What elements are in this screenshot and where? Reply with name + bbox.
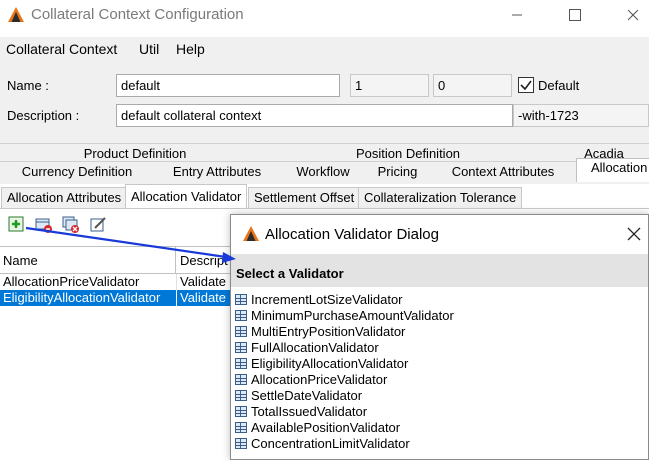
dialog-header: Select a Validator (231, 254, 648, 287)
tab-divider (0, 143, 649, 144)
column-name-header[interactable]: Name (0, 247, 176, 274)
subtab-settlement-offset[interactable]: Settlement Offset (248, 187, 361, 208)
allocation-validator-dialog: Allocation Validator Dialog Select a Val… (230, 214, 649, 460)
maximize-icon (569, 9, 581, 21)
description-label: Description : (7, 108, 80, 123)
list-item[interactable]: AvailablePositionValidator (235, 419, 400, 435)
list-item[interactable]: FullAllocationValidator (235, 339, 379, 355)
table-icon (235, 389, 247, 401)
row-name-cell: EligibilityAllocationValidator (3, 290, 161, 305)
table-row-selected[interactable]: EligibilityAllocationValidator Validate (0, 290, 240, 306)
remove-validator-button[interactable] (35, 216, 53, 234)
list-item[interactable]: MultiEntryPositionValidator (235, 323, 405, 339)
subtab-allocation-validator[interactable]: Allocation Validator (125, 184, 248, 208)
list-item-label: MinimumPurchaseAmountValidator (251, 307, 454, 323)
table-icon (235, 421, 247, 433)
name-label: Name : (7, 78, 49, 93)
default-checkbox[interactable] (518, 77, 534, 93)
validator-list: IncrementLotSizeValidator MinimumPurchas… (231, 289, 648, 459)
list-item-label: EligibilityAllocationValidator (251, 355, 409, 371)
tab-pricing[interactable]: Pricing (370, 163, 425, 180)
table-icon (235, 341, 247, 353)
tab-divider-2 (0, 161, 649, 162)
tab-entry-attributes[interactable]: Entry Attributes (163, 163, 271, 180)
tab-allocation[interactable]: Allocation (576, 158, 649, 182)
list-item[interactable]: SettleDateValidator (235, 387, 362, 403)
menu-help[interactable]: Help (176, 41, 205, 57)
add-validator-button[interactable] (8, 216, 26, 234)
close-icon (627, 9, 639, 21)
description-field[interactable]: default collateral context (116, 104, 513, 127)
tab-context-attributes[interactable]: Context Attributes (444, 163, 562, 180)
list-item-label: FullAllocationValidator (251, 339, 379, 355)
tab-product-definition[interactable]: Product Definition (75, 145, 195, 162)
remove-all-button[interactable] (62, 216, 80, 234)
list-item-label: AvailablePositionValidator (251, 419, 401, 435)
select-validator-heading: Select a Validator (236, 266, 344, 281)
default-label: Default (538, 78, 580, 93)
minimize-button[interactable] (502, 5, 532, 25)
list-item[interactable]: EligibilityAllocationValidator (235, 355, 408, 371)
list-item-label: MultiEntryPositionValidator (251, 323, 406, 339)
name-field[interactable]: default (116, 74, 340, 97)
title-bar: Collateral Context Configuration (0, 0, 649, 30)
edit-validator-button[interactable] (90, 216, 108, 234)
row-name-cell: AllocationPriceValidator (3, 274, 140, 289)
menu-util[interactable]: Util (139, 41, 159, 57)
table-icon (235, 405, 247, 417)
suffix-field[interactable]: -with-1723 (513, 104, 649, 127)
list-item-label: AllocationPriceValidator (251, 371, 388, 387)
list-item[interactable]: ConcentrationLimitValidator (235, 435, 410, 451)
table-row[interactable]: AllocationPriceValidator Validate (0, 274, 240, 290)
dialog-logo-icon (243, 226, 259, 241)
edit-icon (90, 217, 106, 232)
app-logo-icon (8, 7, 24, 22)
add-icon (8, 216, 24, 232)
list-item-label: TotalIssuedValidator (251, 403, 368, 419)
close-icon (627, 227, 641, 241)
maximize-button[interactable] (560, 5, 590, 25)
subtab-line (0, 208, 649, 209)
minimize-icon (512, 14, 522, 16)
tab-currency-definition[interactable]: Currency Definition (15, 163, 139, 180)
subtab-allocation-attributes[interactable]: Allocation Attributes (1, 187, 128, 208)
remove-all-icon (62, 216, 79, 233)
table-icon (235, 437, 247, 449)
dialog-close-button[interactable] (625, 225, 643, 243)
table-icon (235, 309, 247, 321)
tab-position-definition[interactable]: Position Definition (343, 145, 473, 162)
list-item[interactable]: MinimumPurchaseAmountValidator (235, 307, 454, 323)
field-b[interactable]: 0 (433, 74, 512, 97)
table-icon (235, 293, 247, 305)
remove-row-icon (35, 218, 52, 233)
tab-workflow[interactable]: Workflow (289, 163, 357, 180)
list-item-label: SettleDateValidator (251, 387, 363, 403)
list-item[interactable]: AllocationPriceValidator (235, 371, 387, 387)
list-item[interactable]: TotalIssuedValidator (235, 403, 367, 419)
list-item-label: ConcentrationLimitValidator (251, 435, 410, 451)
list-item-label: IncrementLotSizeValidator (251, 291, 403, 307)
list-item[interactable]: IncrementLotSizeValidator (235, 291, 403, 307)
window-title: Collateral Context Configuration (31, 6, 244, 23)
menu-collateral-context[interactable]: Collateral Context (6, 41, 117, 57)
close-window-button[interactable] (618, 5, 648, 25)
subtab-collateralization-tolerance[interactable]: Collateralization Tolerance (358, 187, 523, 208)
field-a[interactable]: 1 (350, 74, 429, 97)
table-icon (235, 357, 247, 369)
table-header: Name Descript (0, 247, 240, 274)
table-icon (235, 373, 247, 385)
dialog-title: Allocation Validator Dialog (265, 226, 439, 243)
table-icon (235, 325, 247, 337)
checkmark-icon (520, 80, 532, 91)
